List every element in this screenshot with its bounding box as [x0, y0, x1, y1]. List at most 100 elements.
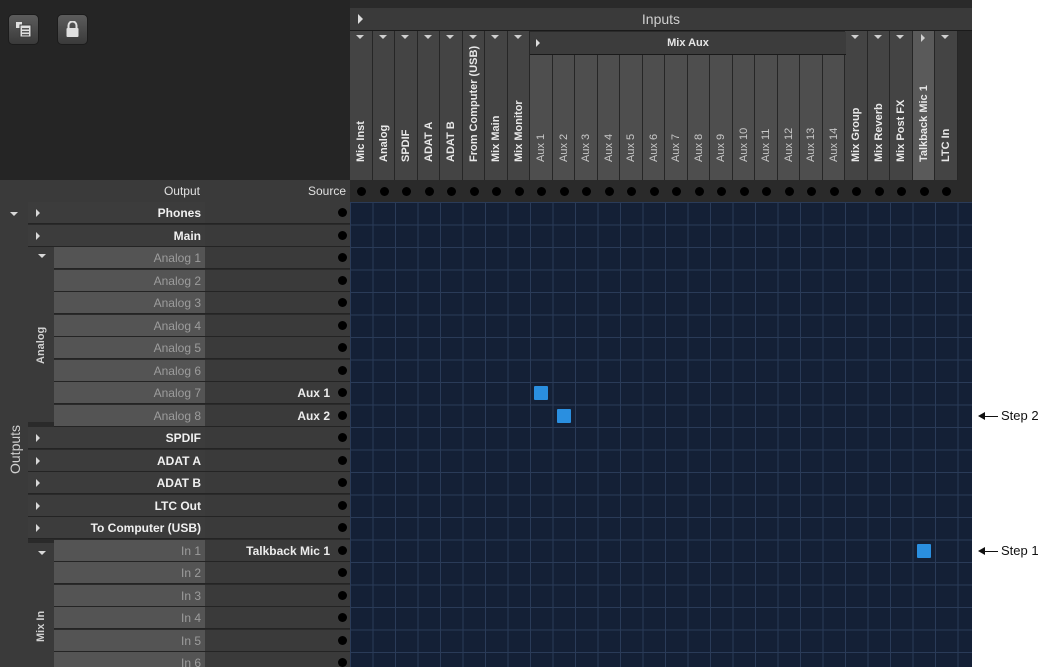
- output-row-analog-2[interactable]: Analog 2: [54, 269, 205, 292]
- input-connector-dot[interactable]: [694, 187, 704, 196]
- input-connector-dot[interactable]: [424, 187, 434, 196]
- input-column-ltc-in[interactable]: LTC In: [935, 31, 958, 180]
- expand-row-icon[interactable]: [36, 209, 40, 217]
- output-connector-dot[interactable]: [338, 253, 347, 262]
- routing-grid[interactable]: [350, 202, 972, 667]
- output-row-ltc-out[interactable]: LTC Out: [28, 494, 205, 517]
- output-connector-dot[interactable]: [338, 275, 347, 285]
- output-row-analog-6[interactable]: Analog 6: [54, 359, 205, 382]
- output-row-in-3[interactable]: In 3: [54, 584, 205, 607]
- output-connector-dot[interactable]: [338, 298, 347, 307]
- input-connector-dot[interactable]: [582, 187, 591, 196]
- output-connector-dot[interactable]: [338, 568, 347, 577]
- output-row-spdif[interactable]: SPDIF: [28, 427, 205, 449]
- input-column-talkback-mic-1[interactable]: Talkback Mic 1: [912, 31, 935, 180]
- expand-row-icon[interactable]: [36, 231, 40, 240]
- input-connector-dot[interactable]: [559, 187, 569, 196]
- column-expand-icon[interactable]: [873, 35, 882, 39]
- input-column-mix-post-fx[interactable]: Mix Post FX: [890, 31, 913, 180]
- output-row-analog-4[interactable]: Analog 4: [54, 314, 205, 337]
- input-connector-dot[interactable]: [627, 187, 636, 196]
- input-column-spdif[interactable]: SPDIF: [395, 31, 418, 180]
- input-connector-dot[interactable]: [739, 187, 749, 196]
- output-row-in-6[interactable]: In 6: [54, 652, 205, 667]
- mix-aux-group-header[interactable]: Mix Aux: [530, 32, 846, 55]
- column-expand-icon[interactable]: [468, 35, 477, 39]
- output-row-analog-8[interactable]: Analog 8: [54, 404, 205, 427]
- expand-row-icon[interactable]: [36, 456, 40, 465]
- input-connector-dot[interactable]: [874, 187, 884, 196]
- output-connector-dot[interactable]: [338, 658, 347, 667]
- expand-row-icon[interactable]: [36, 501, 40, 510]
- input-column-aux-3[interactable]: Aux 3: [575, 55, 598, 180]
- output-row-main[interactable]: Main: [28, 224, 205, 247]
- input-column-aux-2[interactable]: Aux 2: [552, 55, 575, 180]
- input-connector-dot[interactable]: [379, 187, 389, 196]
- input-column-adat-a[interactable]: ADAT A: [417, 31, 440, 180]
- input-column-mix-main[interactable]: Mix Main: [485, 31, 508, 180]
- input-column-aux-13[interactable]: Aux 13: [800, 55, 823, 180]
- expand-row-icon[interactable]: [36, 434, 40, 442]
- input-connector-dot[interactable]: [672, 187, 681, 196]
- output-connector-dot[interactable]: [338, 545, 347, 555]
- column-expand-icon[interactable]: [491, 35, 499, 39]
- output-row-to-computer-usb[interactable]: To Computer (USB): [28, 517, 205, 539]
- input-column-aux-4[interactable]: Aux 4: [597, 55, 620, 180]
- output-connector-dot[interactable]: [338, 343, 347, 352]
- input-connector-dot[interactable]: [514, 187, 524, 196]
- output-connector-dot[interactable]: [338, 455, 347, 465]
- lock-button[interactable]: [57, 14, 88, 45]
- input-column-aux-6[interactable]: Aux 6: [642, 55, 665, 180]
- expand-row-icon[interactable]: [36, 524, 40, 532]
- input-column-aux-8[interactable]: Aux 8: [687, 55, 710, 180]
- output-row-adat-b[interactable]: ADAT B: [28, 472, 205, 494]
- output-connector-dot[interactable]: [338, 590, 347, 600]
- column-expand-icon[interactable]: [941, 35, 949, 39]
- column-expand-icon[interactable]: [401, 35, 409, 39]
- input-connector-dot[interactable]: [492, 187, 501, 196]
- column-expand-icon[interactable]: [851, 35, 859, 39]
- output-row-analog-1[interactable]: Analog 1: [54, 247, 205, 269]
- input-column-mix-reverb[interactable]: Mix Reverb: [867, 31, 890, 180]
- column-expand-icon[interactable]: [896, 35, 904, 39]
- input-column-mic-inst[interactable]: Mic Inst: [350, 31, 373, 180]
- input-connector-dot[interactable]: [357, 187, 366, 196]
- collapse-analog-icon[interactable]: [38, 254, 46, 258]
- output-connector-dot[interactable]: [338, 208, 347, 217]
- output-connector-dot[interactable]: [338, 523, 347, 532]
- collapse-mixin-icon[interactable]: [38, 551, 46, 555]
- output-connector-dot[interactable]: [338, 410, 347, 420]
- output-row-analog-3[interactable]: Analog 3: [54, 292, 205, 314]
- input-connector-dot[interactable]: [762, 187, 771, 196]
- column-expand-icon[interactable]: [513, 35, 522, 39]
- output-connector-dot[interactable]: [338, 388, 347, 397]
- output-connector-dot[interactable]: [338, 433, 347, 442]
- output-row-analog-5[interactable]: Analog 5: [54, 337, 205, 359]
- output-connector-dot[interactable]: [338, 230, 347, 240]
- output-connector-dot[interactable]: [338, 478, 347, 487]
- input-column-aux-7[interactable]: Aux 7: [665, 55, 688, 180]
- input-connector-dot[interactable]: [447, 187, 456, 196]
- output-connector-dot[interactable]: [338, 635, 347, 645]
- view-toggle-button[interactable]: [8, 14, 39, 45]
- input-column-aux-9[interactable]: Aux 9: [710, 55, 733, 180]
- input-column-aux-1[interactable]: Aux 1: [530, 55, 553, 180]
- output-row-in-5[interactable]: In 5: [54, 629, 205, 652]
- output-row-in-1[interactable]: In 1: [54, 539, 205, 562]
- input-column-adat-b[interactable]: ADAT B: [440, 31, 463, 180]
- input-connector-dot[interactable]: [604, 187, 614, 196]
- active-route-cell[interactable]: [534, 386, 548, 400]
- input-column-aux-11[interactable]: Aux 11: [755, 55, 778, 180]
- input-column-mix-group[interactable]: Mix Group: [845, 31, 868, 180]
- output-connector-dot[interactable]: [338, 613, 347, 622]
- input-column-aux-5[interactable]: Aux 5: [620, 55, 643, 180]
- input-connector-dot[interactable]: [717, 187, 726, 196]
- column-expand-icon[interactable]: [920, 34, 925, 42]
- input-column-aux-12[interactable]: Aux 12: [777, 55, 800, 180]
- column-expand-icon[interactable]: [378, 35, 387, 39]
- output-connector-dot[interactable]: [338, 320, 347, 330]
- output-row-in-4[interactable]: In 4: [54, 607, 205, 629]
- input-connector-dot[interactable]: [897, 187, 906, 196]
- output-row-analog-7[interactable]: Analog 7: [54, 382, 205, 404]
- input-column-aux-14[interactable]: Aux 14: [822, 55, 845, 180]
